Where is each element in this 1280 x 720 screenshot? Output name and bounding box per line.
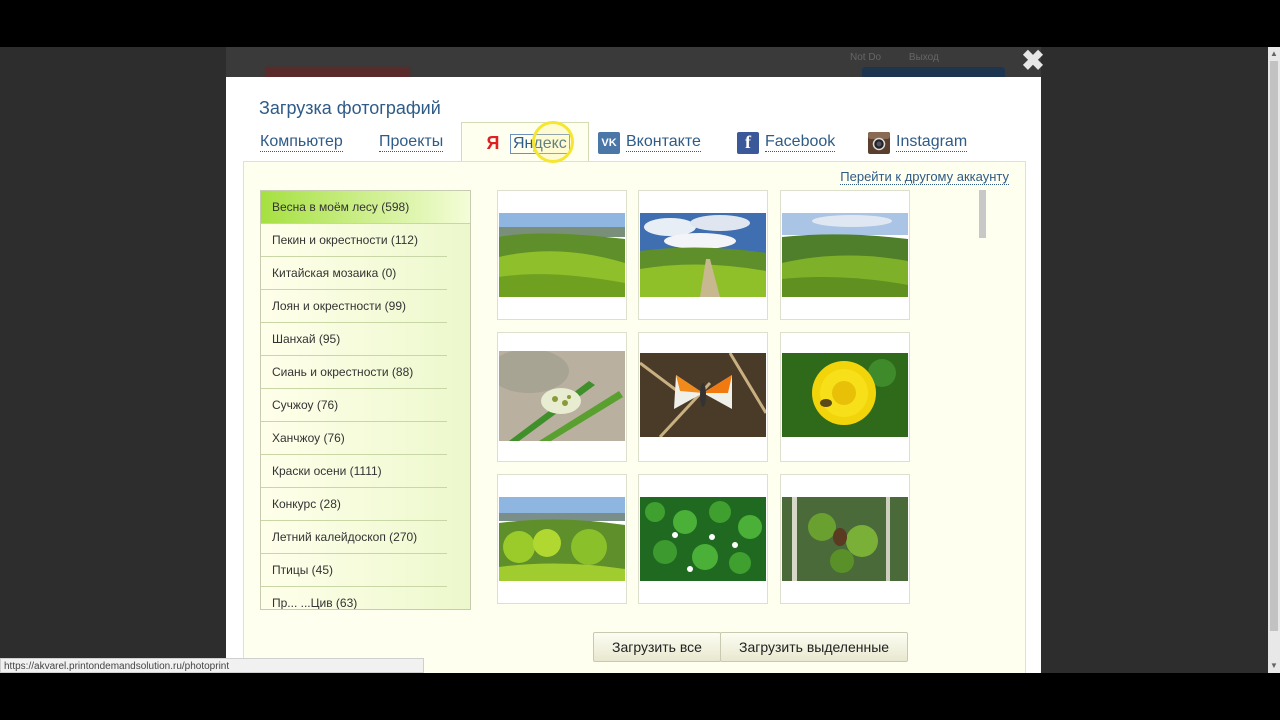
tab-instagram[interactable]: Instagram — [868, 123, 968, 162]
album-item[interactable]: Птицы (45) — [261, 554, 447, 587]
letterbox-top — [0, 0, 1280, 47]
photo-image — [499, 497, 625, 581]
background-nav: Not Do Выход — [850, 52, 964, 63]
photo-image — [640, 497, 766, 581]
background-nav-logout: Выход — [908, 52, 939, 63]
tab-projects[interactable]: Проекты — [379, 123, 444, 162]
photo-thumbnail-butterfly-on-grass[interactable] — [497, 332, 627, 462]
tab-computer[interactable]: Компьютер — [260, 123, 343, 162]
yandex-icon: Я — [486, 133, 500, 153]
photo-image — [782, 353, 908, 437]
tab-vkontakte[interactable]: VK Вконтакте — [598, 123, 701, 162]
facebook-icon: f — [737, 131, 759, 154]
album-item[interactable]: Сучжоу (76) — [261, 389, 447, 422]
album-item[interactable]: Летний калейдоскоп (270) — [261, 521, 447, 554]
album-item[interactable]: Пр... ...Цив (63) — [261, 587, 447, 609]
tab-label: Instagram — [896, 133, 968, 152]
photo-thumbnail-landscape-spring-trees[interactable] — [497, 474, 627, 604]
page-scrollbar[interactable]: ▲ ▼ — [1268, 47, 1280, 673]
dialog-title: Загрузка фотографий — [259, 98, 441, 118]
album-list[interactable]: Весна в моём лесу (598) Пекин и окрестно… — [260, 190, 471, 610]
photo-grid-scrollbar[interactable] — [979, 190, 986, 238]
vk-icon: VK — [598, 131, 620, 154]
photo-thumbnail-landscape-green-hills-1[interactable] — [497, 190, 627, 320]
upload-photos-dialog: Загрузка фотографий Компьютер Проекты Я … — [226, 77, 1041, 674]
close-icon[interactable]: ✖ — [1020, 47, 1046, 75]
album-item[interactable]: Краски осени (1111) — [261, 455, 447, 488]
background-nav-user: Not Do — [850, 52, 882, 63]
photo-thumbnail-landscape-green-hills-2[interactable] — [780, 190, 910, 320]
photo-thumbnail-landscape-clouds-path[interactable] — [638, 190, 768, 320]
photo-image — [640, 353, 766, 437]
photo-thumbnail-wood-sorrel-flowers[interactable] — [638, 474, 768, 604]
tab-label: Проекты — [379, 133, 444, 152]
photo-image — [640, 213, 766, 297]
yandex-panel: Перейти к другому аккаунту Весна в моём … — [243, 161, 1026, 674]
tab-yandex[interactable]: Я Яндекс — [461, 122, 589, 164]
letterbox-bottom — [0, 673, 1280, 720]
photo-image — [499, 213, 625, 297]
photo-image — [499, 351, 625, 441]
photo-thumbnail-butterfly-orange-tip[interactable] — [638, 332, 768, 462]
album-item[interactable]: Шанхай (95) — [261, 323, 447, 356]
photo-grid — [497, 190, 917, 608]
album-item[interactable]: Ханчжоу (76) — [261, 422, 447, 455]
tab-label: Facebook — [765, 133, 836, 152]
tab-facebook[interactable]: f Facebook — [737, 123, 836, 162]
source-tabs: Компьютер Проекты Я Яндекс VK Вконтакте … — [243, 122, 1024, 164]
album-item[interactable]: Пекин и окрестности (112) — [261, 224, 447, 257]
album-item[interactable]: Весна в моём лесу (598) — [261, 191, 470, 224]
upload-selected-button[interactable]: Загрузить выделенные — [720, 632, 909, 662]
instagram-icon — [868, 131, 890, 154]
album-item[interactable]: Лоян и окрестности (99) — [261, 290, 447, 323]
scroll-down-icon[interactable]: ▼ — [1270, 661, 1278, 671]
tab-label: Компьютер — [260, 133, 343, 152]
album-item[interactable]: Сиань и окрестности (88) — [261, 356, 447, 389]
switch-account-link[interactable]: Перейти к другому аккаунту — [840, 170, 1009, 185]
photo-image — [782, 213, 908, 297]
scroll-up-icon[interactable]: ▲ — [1270, 49, 1278, 59]
tab-label: Вконтакте — [626, 133, 701, 152]
album-item[interactable]: Конкурс (28) — [261, 488, 447, 521]
page-scrollbar-thumb[interactable] — [1270, 61, 1278, 631]
photo-image — [782, 497, 908, 581]
upload-all-button[interactable]: Загрузить все — [593, 632, 721, 662]
status-bar-url: https://akvarel.printondemandsolution.ru… — [0, 658, 424, 673]
photo-thumbnail-dandelion-with-bee[interactable] — [780, 332, 910, 462]
photo-thumbnail-green-branch-cone[interactable] — [780, 474, 910, 604]
tab-label: Яндекс — [510, 133, 570, 154]
album-item[interactable]: Китайская мозаика (0) — [261, 257, 447, 290]
